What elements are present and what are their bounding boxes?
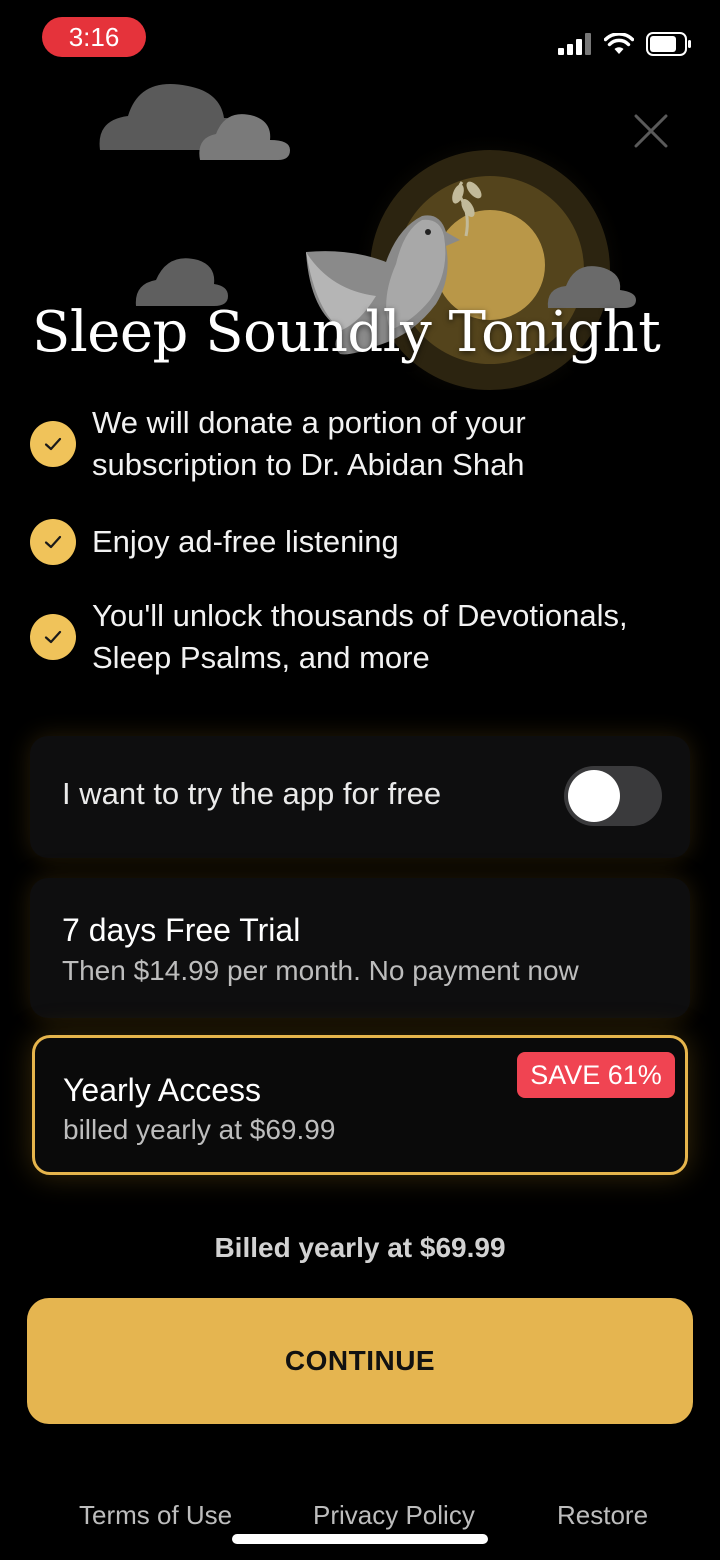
plan-title: 7 days Free Trial bbox=[62, 912, 301, 948]
benefit-text: Enjoy ad-free listening bbox=[92, 524, 399, 559]
checkmark-icon bbox=[30, 421, 76, 467]
plan-subtitle: billed yearly at $69.99 bbox=[63, 1114, 336, 1145]
home-indicator bbox=[232, 1534, 488, 1544]
page-title: Sleep Soundly Tonight bbox=[32, 300, 661, 365]
checkmark-icon bbox=[30, 519, 76, 565]
terms-of-use-link[interactable]: Terms of Use bbox=[79, 1500, 232, 1531]
plan-option-yearly[interactable]: Yearly Access billed yearly at $69.99 SA… bbox=[32, 1035, 688, 1175]
cellular-signal-icon bbox=[558, 33, 591, 55]
checkmark-icon bbox=[30, 614, 76, 660]
plan-option-trial[interactable]: 7 days Free Trial Then $14.99 per month.… bbox=[30, 878, 690, 1018]
restore-link[interactable]: Restore bbox=[557, 1500, 648, 1531]
save-badge: SAVE 61% bbox=[517, 1052, 675, 1098]
benefit-item: We will donate a portion of your subscri… bbox=[30, 402, 682, 486]
plan-title: Yearly Access bbox=[63, 1072, 262, 1108]
benefit-text: We will donate a portion of your subscri… bbox=[92, 405, 526, 482]
free-trial-toggle[interactable] bbox=[564, 766, 662, 826]
status-time: 3:16 bbox=[42, 17, 146, 57]
plan-subtitle: Then $14.99 per month. No payment now bbox=[62, 955, 579, 986]
status-icons bbox=[558, 32, 692, 56]
benefit-text: You'll unlock thousands of Devotionals, … bbox=[92, 598, 628, 675]
battery-icon bbox=[646, 32, 691, 56]
toggle-knob bbox=[568, 770, 620, 822]
wifi-icon bbox=[604, 33, 634, 54]
privacy-policy-link[interactable]: Privacy Policy bbox=[313, 1500, 475, 1531]
continue-button[interactable]: CONTINUE bbox=[27, 1298, 693, 1424]
benefit-item: You'll unlock thousands of Devotionals, … bbox=[30, 595, 682, 679]
billing-note: Billed yearly at $69.99 bbox=[214, 1232, 506, 1263]
free-trial-toggle-label: I want to try the app for free bbox=[62, 776, 442, 811]
benefit-item: Enjoy ad-free listening bbox=[30, 519, 682, 565]
free-trial-toggle-row[interactable]: I want to try the app for free bbox=[30, 736, 690, 858]
